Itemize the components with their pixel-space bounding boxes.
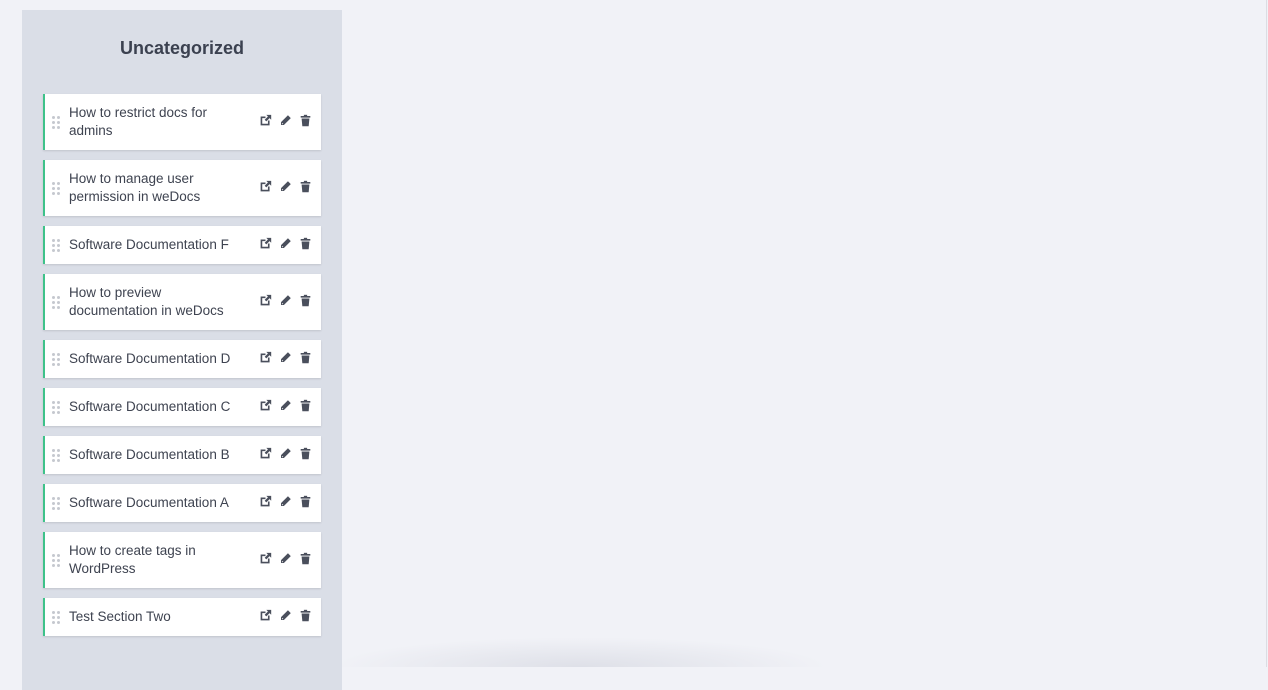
item-actions <box>258 237 312 251</box>
drag-handle-icon[interactable] <box>52 238 60 252</box>
trash-icon[interactable] <box>298 609 312 623</box>
drag-handle-icon[interactable] <box>52 400 60 414</box>
pencil-icon[interactable] <box>278 495 292 509</box>
doc-list-item[interactable]: How to restrict docs for admins <box>43 94 321 150</box>
pencil-icon[interactable] <box>278 447 292 461</box>
doc-title[interactable]: How to create tags in WordPress <box>69 542 258 578</box>
doc-list-item[interactable]: Software Documentation D <box>43 340 321 378</box>
drag-handle-icon[interactable] <box>52 181 60 195</box>
doc-title[interactable]: Software Documentation A <box>69 494 258 512</box>
trash-icon[interactable] <box>298 447 312 461</box>
item-actions <box>258 552 312 566</box>
doc-list-item[interactable]: Software Documentation C <box>43 388 321 426</box>
drag-handle-icon[interactable] <box>52 352 60 366</box>
doc-list-item[interactable]: How to manage user permission in weDocs <box>43 160 321 216</box>
trash-icon[interactable] <box>298 552 312 566</box>
doc-title[interactable]: Software Documentation C <box>69 398 258 416</box>
external-link-icon[interactable] <box>258 399 272 413</box>
doc-list-item[interactable]: Software Documentation A <box>43 484 321 522</box>
trash-icon[interactable] <box>298 237 312 251</box>
bottom-shadow <box>330 637 830 667</box>
pencil-icon[interactable] <box>278 351 292 365</box>
doc-list-item[interactable]: Test Section Two <box>43 598 321 636</box>
pencil-icon[interactable] <box>278 114 292 128</box>
external-link-icon[interactable] <box>258 294 272 308</box>
external-link-icon[interactable] <box>258 552 272 566</box>
doc-title[interactable]: How to restrict docs for admins <box>69 104 258 140</box>
drag-handle-icon[interactable] <box>52 295 60 309</box>
external-link-icon[interactable] <box>258 609 272 623</box>
item-actions <box>258 294 312 308</box>
section-column-uncategorized: Uncategorized How to restrict docs for a… <box>22 10 342 690</box>
pencil-icon[interactable] <box>278 609 292 623</box>
item-actions <box>258 180 312 194</box>
trash-icon[interactable] <box>298 495 312 509</box>
drag-handle-icon[interactable] <box>52 496 60 510</box>
scrollbar-edge <box>1266 0 1267 667</box>
doc-list-item[interactable]: Software Documentation F <box>43 226 321 264</box>
external-link-icon[interactable] <box>258 180 272 194</box>
doc-list-item[interactable]: Software Documentation B <box>43 436 321 474</box>
item-actions <box>258 399 312 413</box>
item-actions <box>258 447 312 461</box>
trash-icon[interactable] <box>298 114 312 128</box>
doc-title[interactable]: Software Documentation B <box>69 446 258 464</box>
item-actions <box>258 609 312 623</box>
trash-icon[interactable] <box>298 294 312 308</box>
pencil-icon[interactable] <box>278 552 292 566</box>
external-link-icon[interactable] <box>258 351 272 365</box>
doc-title[interactable]: How to manage user permission in weDocs <box>69 170 258 206</box>
external-link-icon[interactable] <box>258 495 272 509</box>
drag-handle-icon[interactable] <box>52 115 60 129</box>
item-actions <box>258 114 312 128</box>
drag-handle-icon[interactable] <box>52 448 60 462</box>
item-actions <box>258 351 312 365</box>
doc-title[interactable]: Software Documentation F <box>69 236 258 254</box>
drag-handle-icon[interactable] <box>52 553 60 567</box>
external-link-icon[interactable] <box>258 447 272 461</box>
external-link-icon[interactable] <box>258 114 272 128</box>
doc-title[interactable]: Test Section Two <box>69 608 258 626</box>
pencil-icon[interactable] <box>278 237 292 251</box>
doc-title[interactable]: How to preview documentation in weDocs <box>69 284 258 320</box>
trash-icon[interactable] <box>298 351 312 365</box>
doc-list-item[interactable]: How to preview documentation in weDocs <box>43 274 321 330</box>
pencil-icon[interactable] <box>278 399 292 413</box>
doc-list: How to restrict docs for admins How to m… <box>22 94 342 636</box>
doc-list-item[interactable]: How to create tags in WordPress <box>43 532 321 588</box>
drag-handle-icon[interactable] <box>52 610 60 624</box>
pencil-icon[interactable] <box>278 180 292 194</box>
external-link-icon[interactable] <box>258 237 272 251</box>
item-actions <box>258 495 312 509</box>
section-title: Uncategorized <box>119 38 245 58</box>
trash-icon[interactable] <box>298 399 312 413</box>
trash-icon[interactable] <box>298 180 312 194</box>
doc-title[interactable]: Software Documentation D <box>69 350 258 368</box>
pencil-icon[interactable] <box>278 294 292 308</box>
